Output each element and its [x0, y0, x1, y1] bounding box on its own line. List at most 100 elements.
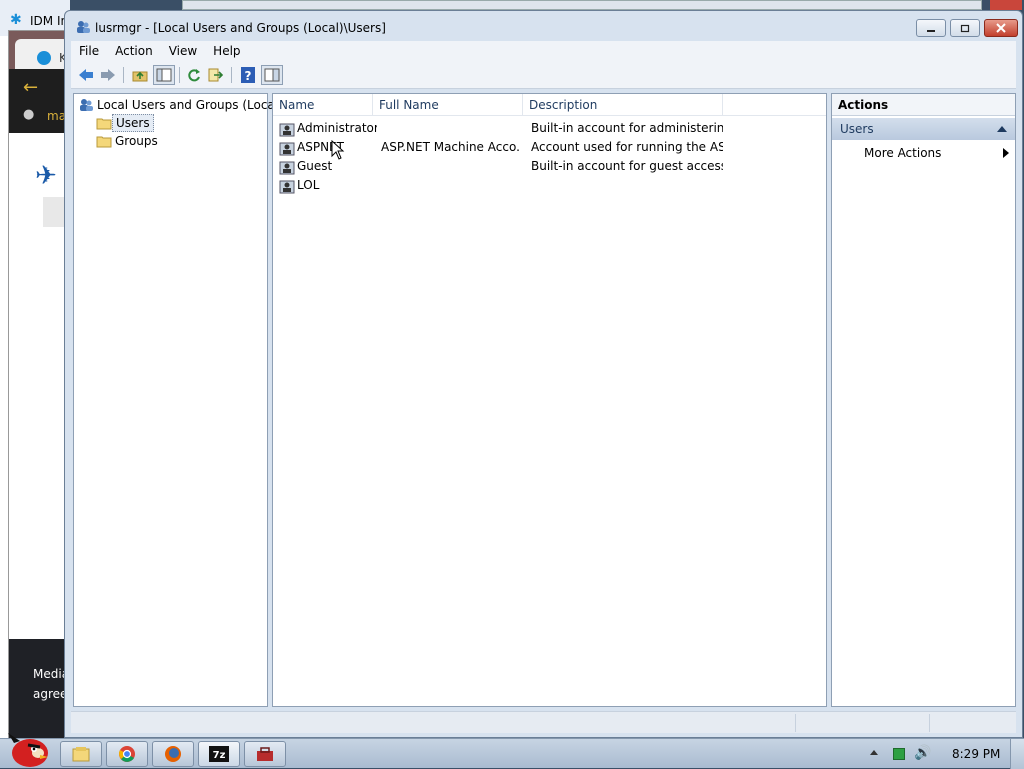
cookie-banner: Media agree [9, 639, 69, 741]
forward-button[interactable] [97, 65, 119, 85]
user-name: LOL [297, 178, 320, 192]
status-divider [795, 714, 796, 732]
toolbar-separator [123, 67, 124, 83]
actions-section-users[interactable]: Users [832, 118, 1015, 140]
console-tree-icon [156, 68, 172, 82]
close-button[interactable] [984, 19, 1018, 37]
tab-favicon-icon [37, 51, 51, 65]
folder-icon [96, 118, 112, 130]
tree-item-users-label: Users [112, 114, 154, 132]
toolbar-separator [179, 67, 180, 83]
volume-icon[interactable]: 🔊 [914, 745, 931, 761]
7zip-icon: 7z [209, 746, 229, 762]
folder-icon [96, 136, 112, 148]
show-hide-console-tree-button[interactable] [153, 65, 175, 85]
back-arrow-icon [79, 69, 93, 81]
user-description: Built-in account for administering... [531, 121, 723, 135]
user-account-icon [279, 123, 295, 137]
lusrmgr-window: lusrmgr - [Local Users and Groups (Local… [64, 10, 1023, 738]
back-button[interactable] [75, 65, 97, 85]
column-header-full-name[interactable]: Full Name [373, 94, 523, 116]
svg-text:?: ? [245, 69, 252, 83]
up-one-level-button[interactable] [129, 65, 151, 85]
users-group-icon [77, 21, 90, 33]
show-hide-action-pane-button[interactable] [261, 65, 283, 85]
table-row[interactable]: Guest Built-in account for guest access … [273, 157, 826, 176]
browser-navbar: ← ● mai [9, 69, 69, 133]
user-account-icon [279, 142, 295, 156]
start-button-angry-bird-icon[interactable] [4, 727, 52, 769]
title-bar[interactable]: lusrmgr - [Local Users and Groups (Local… [65, 11, 1022, 41]
users-group-icon [80, 99, 93, 111]
menu-view[interactable]: View [161, 41, 205, 61]
show-hidden-icons-arrow-icon[interactable] [870, 750, 878, 755]
idm-icon: ✱ [10, 12, 22, 28]
taskbar-clock[interactable]: 8:29 PM [952, 747, 1000, 761]
restore-button[interactable] [950, 19, 980, 37]
minimize-button[interactable] [916, 19, 946, 37]
table-row[interactable]: LOL [273, 176, 826, 195]
table-row[interactable]: Administrator Built-in account for admin… [273, 119, 826, 138]
user-description: Built-in account for guest access t... [531, 159, 723, 173]
actions-section-label: Users [840, 122, 874, 136]
tree-item-groups[interactable]: Groups [96, 132, 161, 150]
close-icon [996, 23, 1006, 33]
globe-icon: ● [23, 107, 35, 122]
taskbar-explorer[interactable] [60, 741, 102, 767]
table-row[interactable]: ASPNET ASP.NET Machine Acco... Account u… [273, 138, 826, 157]
menu-help[interactable]: Help [205, 41, 248, 61]
users-list: Name Full Name Description Administrator… [272, 93, 827, 707]
more-actions-item[interactable]: More Actions [864, 144, 941, 162]
network-status-icon[interactable] [893, 748, 905, 760]
console-client-area: Local Users and Groups (Local) Users Gro… [71, 91, 1016, 709]
site-logo-icon: ✈ [35, 161, 57, 191]
show-desktop-button[interactable] [1010, 739, 1024, 769]
help-icon: ? [241, 67, 255, 83]
export-list-icon [208, 68, 224, 82]
user-description: Account used for running the AS... [531, 140, 723, 154]
submenu-arrow-icon [1003, 148, 1009, 158]
tree-item-users[interactable]: Users [96, 114, 154, 132]
taskbar-management-console[interactable] [244, 741, 286, 767]
collapse-arrow-icon[interactable] [997, 126, 1007, 132]
chrome-icon [119, 746, 135, 762]
user-name: Administrator [297, 121, 377, 135]
console-tree: Local Users and Groups (Local) Users Gro… [73, 93, 283, 707]
window-title: lusrmgr - [Local Users and Groups (Local… [95, 21, 386, 35]
forward-arrow-icon [101, 69, 115, 81]
user-full-name: ASP.NET Machine Acco... [381, 140, 521, 154]
mouse-cursor-icon [331, 140, 345, 160]
back-arrow-icon: ← [23, 77, 39, 98]
menu-file[interactable]: File [71, 41, 107, 61]
refresh-icon [188, 69, 200, 82]
taskbar-firefox[interactable] [152, 741, 194, 767]
status-bar [71, 711, 1016, 733]
toolbar-separator [231, 67, 232, 83]
tree-root[interactable]: Local Users and Groups (Local) [78, 96, 286, 114]
folder-up-icon [132, 71, 148, 82]
taskbar-chrome[interactable] [106, 741, 148, 767]
toolbox-icon [257, 747, 273, 761]
restore-icon [960, 24, 970, 33]
list-header: Name Full Name Description [273, 94, 826, 116]
background-window-edge [182, 0, 982, 10]
banner-text-line2: agree [33, 687, 68, 701]
svg-text:7z: 7z [213, 750, 226, 761]
menu-action[interactable]: Action [107, 41, 161, 61]
minimize-icon [927, 30, 935, 32]
column-header-description[interactable]: Description [523, 94, 723, 116]
help-button[interactable]: ? [237, 65, 259, 85]
export-list-button[interactable] [205, 65, 227, 85]
background-browser: Ko ← ● mai ✈ Media agree [8, 30, 74, 741]
idm-title: IDM In [30, 14, 69, 28]
actions-header: Actions [832, 94, 1015, 116]
taskbar-7zip[interactable]: 7z [198, 741, 240, 767]
actions-pane: Actions Users More Actions [831, 93, 1016, 707]
folder-library-icon [72, 747, 90, 762]
user-account-icon [279, 180, 295, 194]
background-close-button [990, 0, 1022, 10]
status-divider [929, 714, 930, 732]
refresh-button[interactable] [183, 65, 205, 85]
column-header-name[interactable]: Name [273, 94, 373, 116]
browser-tab: Ko [15, 39, 74, 69]
